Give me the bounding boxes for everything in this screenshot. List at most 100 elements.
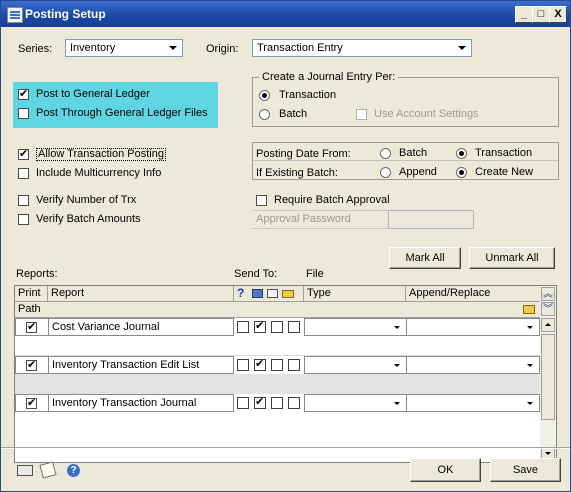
reports-grid: Print Report ? Type Append/Replace Path — [14, 285, 557, 463]
reports-label: Reports: — [16, 268, 58, 280]
verify-amounts-checkbox[interactable] — [18, 214, 29, 225]
multicurrency-label: Include Multicurrency Info — [36, 167, 162, 179]
grid-path-header: Path — [15, 302, 540, 318]
row-path-field — [15, 336, 540, 356]
journal-batch-radio[interactable] — [259, 109, 270, 120]
allow-posting-checkbox[interactable] — [18, 147, 29, 160]
require-approval-checkbox[interactable] — [256, 195, 267, 206]
path-folder-icon[interactable] — [523, 305, 535, 314]
type-select[interactable] — [304, 394, 407, 412]
verify-amounts-label: Verify Batch Amounts — [36, 213, 141, 225]
use-account-settings-label: Use Account Settings — [374, 108, 479, 120]
send-email-checkbox[interactable] — [288, 397, 300, 409]
chevron-down-icon — [527, 364, 533, 367]
append-replace-select[interactable] — [406, 356, 540, 374]
append-radio[interactable] — [380, 167, 391, 178]
send-file-checkbox[interactable] — [271, 359, 283, 371]
create-new-radio[interactable] — [456, 167, 467, 178]
posting-date-label: Posting Date From: — [256, 148, 351, 160]
require-approval-label: Require Batch Approval — [274, 194, 390, 206]
send-print-checkbox[interactable] — [254, 395, 266, 409]
window-title: Posting Setup — [25, 7, 106, 21]
origin-dropdown[interactable]: Transaction Entry — [252, 39, 472, 57]
posting-date-transaction-radio[interactable] — [456, 148, 467, 159]
send-file-checkbox[interactable] — [271, 397, 283, 409]
chevron-down-icon — [527, 402, 533, 405]
approval-password-label: Approval Password — [256, 213, 351, 225]
printer-icon[interactable] — [17, 465, 33, 476]
double-chevron-down-icon: ︾ — [543, 304, 553, 315]
close-button[interactable]: X — [549, 6, 567, 23]
printer-icon — [267, 289, 278, 298]
multicurrency-checkbox[interactable] — [18, 168, 29, 179]
arrow-down-icon — [545, 452, 551, 455]
send-email-checkbox[interactable] — [288, 321, 300, 333]
send-to-label: Send To: — [234, 268, 278, 280]
type-select[interactable] — [304, 318, 407, 336]
posting-date-transaction-label: Transaction — [475, 147, 533, 159]
file-label: File — [306, 268, 324, 280]
table-row[interactable]: Inventory Transaction Journal — [15, 394, 540, 412]
posting-setup-window: Posting Setup _ □ X Series: Inventory Or… — [0, 0, 571, 492]
series-value: Inventory — [70, 42, 116, 54]
restore-button[interactable]: □ — [532, 6, 550, 23]
origin-label: Origin: — [206, 43, 239, 55]
scrollbar-thumb[interactable] — [541, 334, 555, 420]
col-report: Report — [48, 286, 234, 301]
chevron-down-icon — [527, 326, 533, 329]
footer-divider — [1, 447, 570, 449]
send-print-checkbox[interactable] — [254, 319, 266, 333]
verify-trx-label: Verify Number of Trx — [36, 194, 137, 206]
arrow-up-icon — [545, 323, 551, 326]
use-account-settings-checkbox[interactable] — [356, 109, 367, 120]
title-bar[interactable]: Posting Setup _ □ X — [1, 1, 570, 27]
series-dropdown[interactable]: Inventory — [65, 39, 183, 57]
post-gl-checkbox[interactable] — [18, 87, 29, 100]
verify-trx-checkbox[interactable] — [18, 195, 29, 206]
post-thru-gl-label: Post Through General Ledger Files — [36, 107, 208, 119]
collapse-rows-button[interactable]: ︾ — [541, 302, 555, 316]
post-thru-gl-checkbox[interactable] — [18, 108, 29, 119]
scroll-up-button[interactable] — [541, 318, 555, 332]
allow-posting-label: Allow Transaction Posting — [36, 148, 166, 161]
origin-value: Transaction Entry — [257, 42, 343, 54]
print-checkbox[interactable] — [26, 396, 37, 409]
note-icon[interactable] — [39, 461, 57, 479]
chevron-down-icon — [458, 46, 466, 50]
grid-scrollbar[interactable]: ︽ ︾ — [540, 286, 556, 462]
ok-button[interactable]: OK — [410, 458, 481, 482]
send-file-checkbox[interactable] — [271, 321, 283, 333]
approval-password-field[interactable] — [388, 210, 474, 229]
journal-transaction-radio[interactable] — [259, 90, 270, 101]
send-screen-checkbox[interactable] — [237, 321, 249, 333]
chevron-down-icon — [394, 326, 400, 329]
table-row[interactable]: Cost Variance Journal — [15, 318, 540, 336]
append-replace-select[interactable] — [406, 318, 540, 336]
type-select[interactable] — [304, 356, 407, 374]
print-checkbox[interactable] — [26, 320, 37, 333]
print-checkbox[interactable] — [26, 358, 37, 371]
unmark-all-button[interactable]: Unmark All — [469, 247, 555, 269]
col-print: Print — [15, 286, 48, 301]
send-email-checkbox[interactable] — [288, 359, 300, 371]
posting-date-batch-radio[interactable] — [380, 148, 391, 159]
table-row[interactable]: Inventory Transaction Edit List — [15, 356, 540, 374]
screen-icon — [252, 289, 263, 298]
folder-icon — [282, 290, 294, 298]
col-send-to: ? — [234, 286, 304, 301]
chevron-down-icon — [169, 46, 177, 50]
save-button[interactable]: Save — [490, 458, 561, 482]
journal-batch-label: Batch — [279, 108, 308, 120]
mark-all-button[interactable]: Mark All — [389, 247, 461, 269]
append-replace-select[interactable] — [406, 394, 540, 412]
send-print-checkbox[interactable] — [254, 357, 266, 371]
send-screen-checkbox[interactable] — [237, 397, 249, 409]
col-append-replace: Append/Replace — [409, 287, 491, 299]
dialog-body: Series: Inventory Origin: Transaction En… — [1, 27, 570, 491]
print-cell — [15, 394, 49, 412]
minimize-button[interactable]: _ — [515, 6, 533, 23]
expand-rows-button[interactable]: ︽ — [541, 287, 555, 301]
series-label: Series: — [18, 43, 53, 55]
send-screen-checkbox[interactable] — [237, 359, 249, 371]
help-icon[interactable]: ? — [67, 464, 80, 477]
